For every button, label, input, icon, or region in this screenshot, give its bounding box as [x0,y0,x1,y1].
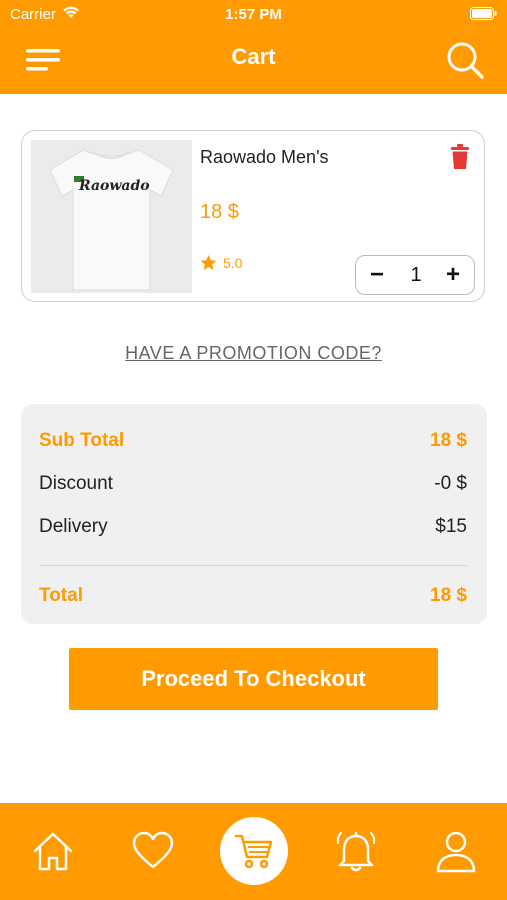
trash-icon[interactable] [450,144,470,170]
subtotal-label: Sub Total [39,430,125,451]
total-label: Total [39,585,83,606]
increase-quantity-button[interactable]: + [438,260,468,290]
shirt-logo-text: Raowado [78,178,150,194]
page-title: Cart [231,44,276,69]
quantity-value: 1 [410,264,422,286]
home-icon[interactable] [31,829,75,873]
total-value: 18 $ [430,585,467,606]
nav-row: Cart [0,32,507,88]
proceed-to-checkout-button[interactable]: Proceed To Checkout [69,648,438,710]
delivery-value: $15 [435,516,467,537]
tshirt-image: Raowado [31,140,192,293]
decrease-quantity-button[interactable]: − [362,260,392,290]
subtotal-value: 18 $ [430,430,467,451]
promo-code-link[interactable]: HAVE A PROMOTION CODE? [0,343,507,364]
rating-value: 5.0 [223,255,243,271]
user-icon[interactable] [434,829,478,873]
status-time: 1:57 PM [225,6,282,23]
discount-label: Discount [39,473,113,494]
discount-value: -0 $ [434,473,467,494]
app-header: Carrier 1:57 PM Cart [0,0,507,94]
bottom-tab-bar [0,803,507,900]
order-summary: Sub Total 18 $ Discount -0 $ Delivery $1… [21,404,487,624]
status-bar: Carrier 1:57 PM [0,0,507,28]
quantity-stepper: − 1 + [355,255,475,295]
bell-icon[interactable] [334,829,378,873]
product-title: Raowado Men's [200,147,329,167]
delivery-label: Delivery [39,516,108,537]
product-image[interactable]: Raowado [31,140,192,293]
search-icon[interactable] [445,40,485,80]
battery-icon [470,7,497,20]
product-rating: 5.0 [200,255,242,271]
star-icon [200,255,217,271]
cart-icon [234,834,273,869]
summary-divider [39,565,467,566]
heart-icon[interactable] [131,829,175,873]
tab-cart[interactable] [220,817,288,885]
product-price: 18 $ [200,201,239,223]
cart-item-card: Raowado Raowado Men's 18 $ 5.0 − 1 + [21,130,485,302]
